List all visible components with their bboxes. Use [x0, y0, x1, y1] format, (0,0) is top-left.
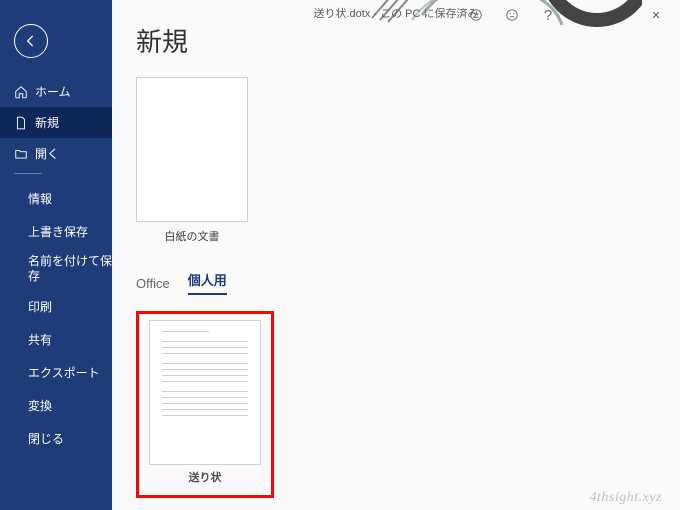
- sidebar-item-open[interactable]: 開く: [0, 138, 112, 169]
- backstage-sidebar: ホーム 新規 開く 情報 上書き保存 名前を付けて保存 印刷 共有 エクスポート…: [0, 0, 112, 510]
- sidebar-label-new: 新規: [35, 114, 59, 131]
- personal-templates-row: 送り状: [136, 311, 664, 498]
- featured-templates-row: 白紙の文書: [136, 77, 664, 244]
- template-tabs: Office 個人用: [136, 270, 664, 295]
- template-okurijo-thumb: [149, 320, 261, 465]
- sidebar-label-export: エクスポート: [28, 364, 100, 381]
- sidebar-secondary-group: 情報 上書き保存 名前を付けて保存 印刷 共有 エクスポート 変換 閉じる: [0, 182, 112, 455]
- arrow-left-icon: [23, 33, 39, 49]
- sidebar-item-share[interactable]: 共有: [0, 323, 112, 356]
- template-okurijo[interactable]: 送り状: [149, 320, 261, 485]
- page-title: 新規: [136, 22, 664, 59]
- back-button[interactable]: [14, 24, 48, 58]
- sidebar-label-close: 閉じる: [28, 430, 64, 447]
- sidebar-item-new[interactable]: 新規: [0, 107, 112, 138]
- sidebar-item-close[interactable]: 閉じる: [0, 422, 112, 455]
- template-blank-thumb: [136, 77, 248, 222]
- sidebar-item-save-as[interactable]: 名前を付けて保存: [0, 248, 112, 290]
- new-file-icon: [14, 116, 28, 130]
- tab-personal[interactable]: 個人用: [188, 270, 227, 295]
- sidebar-item-print[interactable]: 印刷: [0, 290, 112, 323]
- window-title: 送り状.dotx - この PC に保存済み: [313, 5, 478, 21]
- home-icon: [14, 85, 28, 99]
- content-area: 新規 白紙の文書 Office 個人用: [136, 22, 664, 510]
- sidebar-label-info: 情報: [28, 190, 52, 207]
- watermark-text: 4thsight.xyz: [590, 490, 663, 506]
- sidebar-label-share: 共有: [28, 331, 52, 348]
- sidebar-label-save-as: 名前を付けて保存: [28, 254, 112, 284]
- sidebar-label-print: 印刷: [28, 298, 52, 315]
- template-blank-document[interactable]: 白紙の文書: [136, 77, 248, 244]
- template-blank-label: 白紙の文書: [165, 228, 220, 244]
- open-folder-icon: [14, 147, 28, 161]
- sidebar-label-home: ホーム: [35, 83, 71, 100]
- tab-office[interactable]: Office: [136, 276, 170, 295]
- sidebar-label-transform: 変換: [28, 397, 52, 414]
- app-window: ホーム 新規 開く 情報 上書き保存 名前を付けて保存 印刷 共有 エクスポート…: [0, 0, 680, 510]
- sidebar-item-export[interactable]: エクスポート: [0, 356, 112, 389]
- sidebar-item-home[interactable]: ホーム: [0, 76, 112, 107]
- sidebar-separator: [14, 173, 42, 174]
- title-filename: 送り状.dotx: [313, 8, 370, 20]
- sidebar-item-save-overwrite[interactable]: 上書き保存: [0, 215, 112, 248]
- main-area: 送り状.dotx - この PC に保存済み ?: [112, 0, 680, 510]
- sidebar-label-save-overwrite: 上書き保存: [28, 223, 88, 240]
- highlight-annotation: 送り状: [136, 311, 274, 498]
- template-okurijo-label: 送り状: [189, 469, 222, 485]
- sidebar-label-open: 開く: [35, 145, 59, 162]
- sidebar-item-info[interactable]: 情報: [0, 182, 112, 215]
- sidebar-item-transform[interactable]: 変換: [0, 389, 112, 422]
- title-separator: -: [373, 8, 380, 20]
